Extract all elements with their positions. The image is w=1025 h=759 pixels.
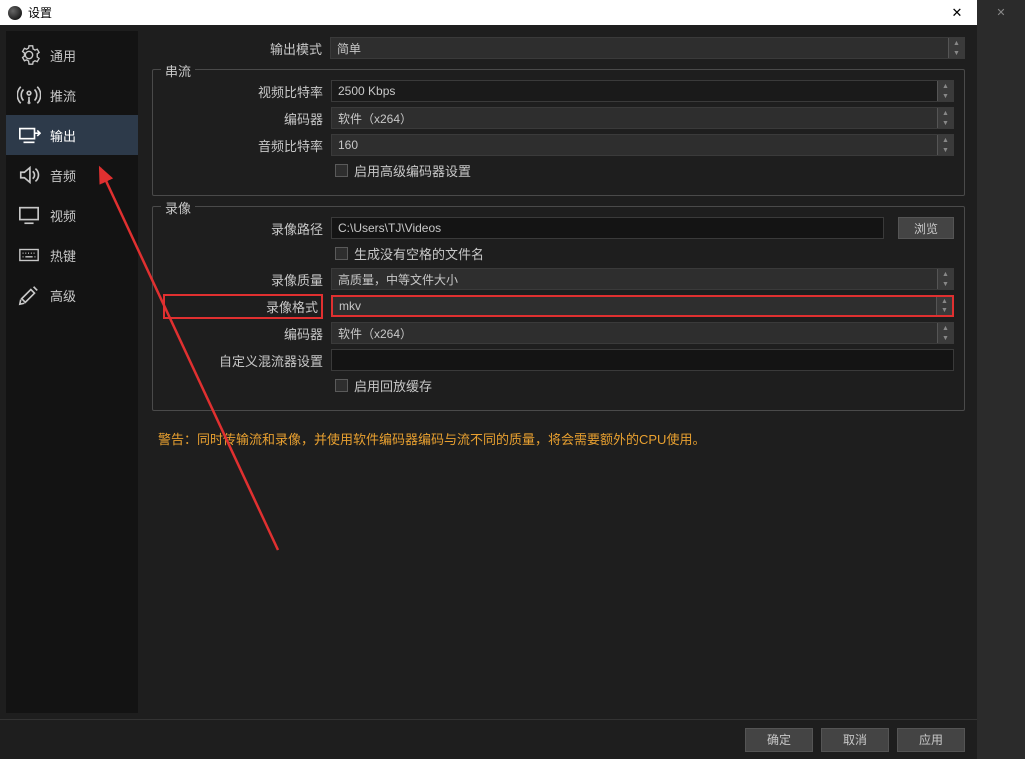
sidebar-item-stream[interactable]: A 推流 [6, 75, 138, 115]
output-icon [16, 124, 42, 146]
muxer-input[interactable] [331, 349, 954, 371]
sidebar-label: 通用 [50, 46, 76, 65]
sidebar-label: 高级 [50, 286, 76, 305]
no-space-checkbox[interactable] [335, 247, 348, 260]
stream-encoder-label: 编码器 [163, 109, 323, 128]
output-mode-label: 输出模式 [152, 39, 322, 58]
audio-bitrate-select[interactable]: 160 ▲▼ [331, 134, 954, 156]
sidebar-item-output[interactable]: 输出 [6, 115, 138, 155]
gear-icon [16, 44, 42, 66]
streaming-group: 串流 视频比特率 2500 Kbps ▲▼ 编码器 软件（x264） ▲▼ [152, 69, 965, 196]
close-button[interactable]: ✕ [937, 5, 977, 21]
select-spinner[interactable]: ▲▼ [937, 269, 953, 289]
replay-buffer-label: 启用回放缓存 [354, 376, 432, 395]
select-spinner[interactable]: ▲▼ [937, 108, 953, 128]
recording-encoder-label: 编码器 [163, 324, 323, 343]
sidebar-item-general[interactable]: 通用 [6, 35, 138, 75]
svg-text:A: A [27, 99, 31, 105]
recording-format-select[interactable]: mkv ▲▼ [331, 295, 954, 317]
sidebar-label: 音频 [50, 166, 76, 185]
cancel-button[interactable]: 取消 [821, 728, 889, 752]
spinner[interactable]: ▲▼ [937, 81, 953, 101]
muxer-label: 自定义混流器设置 [163, 351, 323, 370]
background-window [977, 0, 1025, 759]
recording-quality-select[interactable]: 高质量，中等文件大小 ▲▼ [331, 268, 954, 290]
settings-dialog: 设置 ✕ 通用 A 推流 输出 音频 视频 [0, 0, 977, 759]
recording-format-label: 录像格式 [163, 294, 323, 319]
ok-button[interactable]: 确定 [745, 728, 813, 752]
monitor-icon [16, 204, 42, 226]
sidebar-label: 热键 [50, 246, 76, 265]
select-spinner[interactable]: ▲▼ [936, 297, 952, 315]
audio-bitrate-label: 音频比特率 [163, 136, 323, 155]
titlebar: 设置 ✕ [0, 0, 977, 25]
video-bitrate-input[interactable]: 2500 Kbps ▲▼ [331, 80, 954, 102]
stream-encoder-select[interactable]: 软件（x264） ▲▼ [331, 107, 954, 129]
main-panel: 输出模式 简单 ▲▼ 串流 视频比特率 2500 Kbps ▲▼ 编码器 [146, 31, 971, 713]
warning-text: 警告：同时传输流和录像，并使用软件编码器编码与流不同的质量，将会需要额外的CPU… [146, 421, 971, 456]
video-bitrate-label: 视频比特率 [163, 82, 323, 101]
select-spinner[interactable]: ▲▼ [937, 323, 953, 343]
output-mode-select[interactable]: 简单 ▲▼ [330, 37, 965, 59]
sidebar-item-hotkeys[interactable]: 热键 [6, 235, 138, 275]
apply-button[interactable]: 应用 [897, 728, 965, 752]
tools-icon [16, 284, 42, 306]
dialog-body: 通用 A 推流 输出 音频 视频 热键 [0, 25, 977, 719]
recording-path-input[interactable]: C:\Users\TJ\Videos [331, 217, 884, 239]
sidebar-item-audio[interactable]: 音频 [6, 155, 138, 195]
advanced-encoder-label: 启用高级编码器设置 [354, 161, 471, 180]
recording-title: 录像 [161, 198, 195, 217]
browse-button[interactable]: 浏览 [898, 217, 954, 239]
keyboard-icon [16, 244, 42, 266]
outer-close-button[interactable]: ✕ [989, 6, 1013, 20]
obs-icon [8, 6, 22, 20]
replay-buffer-checkbox[interactable] [335, 379, 348, 392]
sidebar-label: 视频 [50, 206, 76, 225]
recording-path-label: 录像路径 [163, 219, 323, 238]
recording-quality-label: 录像质量 [163, 270, 323, 289]
output-mode-row: 输出模式 简单 ▲▼ [146, 31, 971, 59]
sidebar-item-advanced[interactable]: 高级 [6, 275, 138, 315]
footer: 确定 取消 应用 [0, 719, 977, 759]
sidebar: 通用 A 推流 输出 音频 视频 热键 [6, 31, 138, 713]
recording-group: 录像 录像路径 C:\Users\TJ\Videos 浏览 生成没有空格的文件名… [152, 206, 965, 411]
recording-encoder-select[interactable]: 软件（x264） ▲▼ [331, 322, 954, 344]
sidebar-label: 输出 [50, 126, 76, 145]
streaming-title: 串流 [161, 61, 195, 80]
select-spinner[interactable]: ▲▼ [937, 135, 953, 155]
select-spinner[interactable]: ▲▼ [948, 38, 964, 58]
advanced-encoder-checkbox[interactable] [335, 164, 348, 177]
speaker-icon [16, 164, 42, 186]
sidebar-label: 推流 [50, 86, 76, 105]
no-space-label: 生成没有空格的文件名 [354, 244, 484, 263]
antenna-icon: A [16, 84, 42, 106]
sidebar-item-video[interactable]: 视频 [6, 195, 138, 235]
window-title: 设置 [28, 4, 937, 21]
